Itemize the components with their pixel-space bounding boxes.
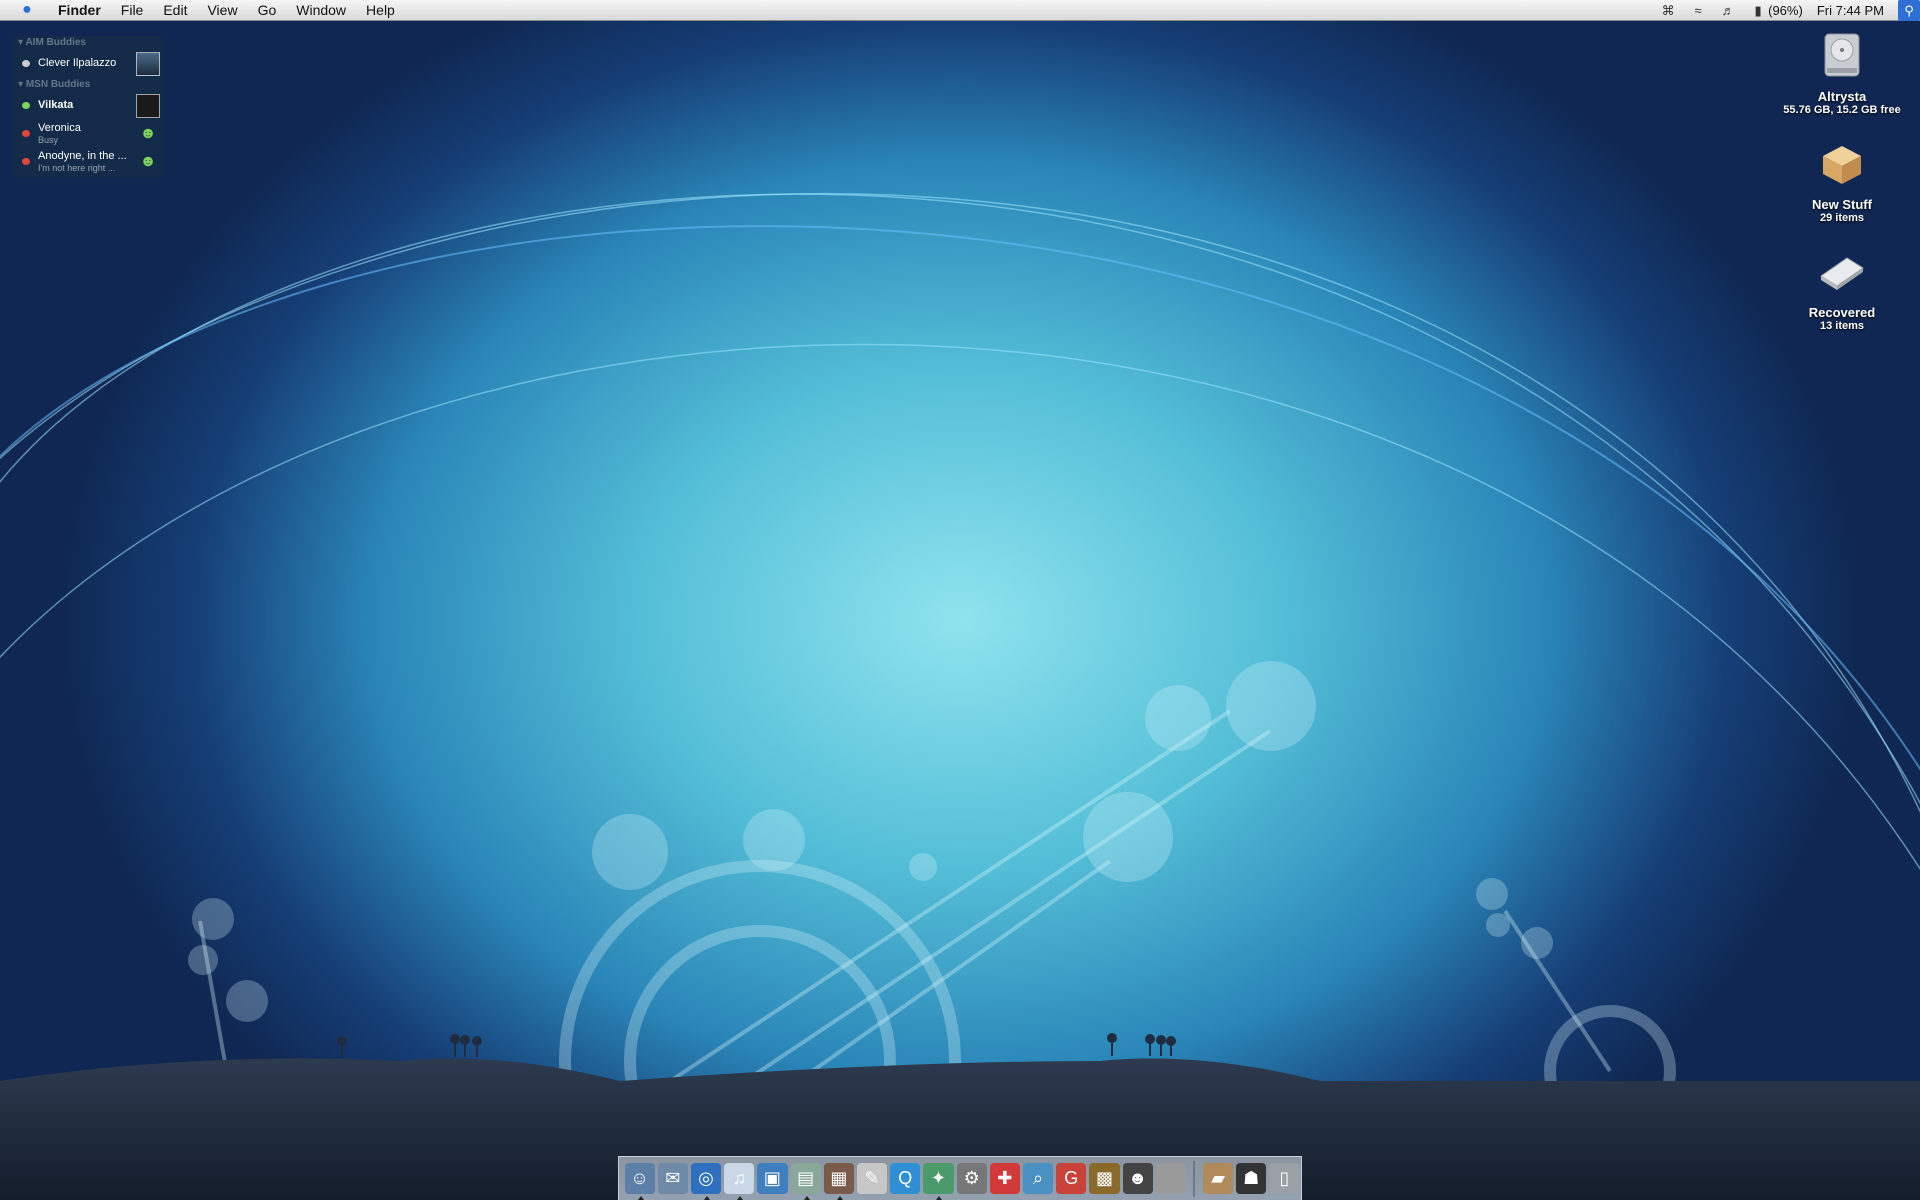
textedit-icon[interactable]: ✎	[856, 1163, 888, 1194]
bluetooth-icon[interactable]: ⌘	[1660, 3, 1676, 18]
status-busy-icon	[22, 158, 30, 165]
menu-extras: ⌘ ≈ ♬ ▮ (96%) Fri 7:44 PM ⚲	[1660, 0, 1920, 21]
buddy-row[interactable]: Clever Ilpalazzo	[12, 50, 164, 78]
buddy-row[interactable]: Veronica Busy ☻	[12, 120, 164, 148]
adium-icon[interactable]: ✦	[923, 1163, 954, 1200]
battery-percent: (96%)	[1768, 3, 1803, 18]
group-label: AIM Buddies	[25, 37, 86, 48]
menu-finder[interactable]: Finder	[48, 0, 111, 21]
spotlight-icon[interactable]: ⚲	[1898, 0, 1920, 21]
group-label: MSN Buddies	[25, 79, 91, 90]
group-title-aim[interactable]: ▾ AIM Buddies	[12, 36, 164, 50]
menu-edit[interactable]: Edit	[153, 0, 197, 21]
dock-separator	[1193, 1160, 1196, 1197]
menu-clock[interactable]: Fri 7:44 PM	[1817, 3, 1884, 18]
icon-info: 13 items	[1819, 320, 1865, 332]
buddy-name: Anodyne, in the ...	[38, 150, 127, 162]
menu-bar: ● Finder File Edit View Go Window Help ⌘…	[0, 0, 1920, 21]
buddy-avatar	[136, 94, 160, 118]
hard-drive-icon	[1824, 33, 1860, 77]
menu-view[interactable]: View	[197, 0, 247, 21]
mail-icon[interactable]: ✉	[657, 1163, 688, 1194]
folder-icon	[1820, 257, 1864, 290]
icon-label: New Stuff	[1812, 197, 1872, 212]
cross-icon[interactable]: ✚	[989, 1163, 1020, 1194]
status-busy-icon	[22, 130, 30, 137]
icon-info: 55.76 GB, 15.2 GB free	[1783, 104, 1901, 116]
buddy-status-message: I'm not here right ...	[38, 163, 116, 173]
status-away-icon	[22, 60, 30, 67]
menu-go[interactable]: Go	[248, 0, 287, 21]
buddy-name: Vilkata	[38, 99, 74, 111]
icon-label: Recovered	[1808, 305, 1876, 320]
box-stack-icon[interactable]: ▰	[1202, 1163, 1234, 1194]
safari-icon[interactable]: ◎	[690, 1163, 722, 1200]
menu-file[interactable]: File	[111, 0, 154, 21]
dock: ☺ ✉ ◎ ♫ ▣ ▤ ▦ ✎ Q ✦ ⚙ ✚ ⌕ G ▩ ☻ ▰ ☗ ▯	[618, 1156, 1302, 1200]
quicktime-icon[interactable]: Q	[890, 1163, 921, 1194]
avatar-icon[interactable]: ☗	[1236, 1163, 1267, 1194]
itunes-icon[interactable]: ♫	[724, 1163, 755, 1200]
group-title-msn[interactable]: ▾ MSN Buddies	[12, 78, 164, 92]
preview-icon[interactable]: ⌕	[1022, 1163, 1054, 1194]
spy-icon[interactable]: ☻	[1122, 1163, 1153, 1194]
volume-icon[interactable]: ♬	[1720, 3, 1736, 18]
apple-menu-icon[interactable]: ●	[18, 1, 36, 19]
finder-icon[interactable]: ☺	[624, 1163, 655, 1200]
menu-help[interactable]: Help	[356, 0, 405, 21]
menu-window[interactable]: Window	[286, 0, 356, 21]
box-folder-icon	[1823, 146, 1861, 184]
icon-info: 29 items	[1819, 212, 1865, 224]
buddy-row[interactable]: Vilkata	[12, 92, 164, 120]
dosbox-icon[interactable]: ▩	[1089, 1163, 1120, 1194]
buddy-status-message: Busy	[38, 135, 59, 145]
desktop-icon-new-stuff[interactable]: New Stuff 29 items	[1777, 138, 1907, 224]
desktop-icon-recovered[interactable]: Recovered 13 items	[1777, 246, 1907, 332]
desktop-icon-hard-drive[interactable]: Altrysta 55.76 GB, 15.2 GB free	[1777, 30, 1907, 116]
desktop-wallpaper	[0, 193, 1920, 1200]
buddy-list-window: ▾ AIM Buddies Clever Ilpalazzo ▾ MSN Bud…	[12, 36, 164, 178]
icon-label: Altrysta	[1817, 89, 1867, 104]
buddy-avatar	[136, 52, 160, 76]
trash-icon[interactable]: ▯	[1269, 1163, 1300, 1194]
battery-status[interactable]: ▮ (96%)	[1750, 3, 1803, 18]
red-app-icon[interactable]: G	[1056, 1163, 1087, 1194]
photo-booth-icon[interactable]: ▦	[823, 1163, 854, 1200]
buddy-name: Veronica	[38, 122, 81, 134]
buddy-name: Clever Ilpalazzo	[38, 57, 117, 69]
msn-buddy-icon: ☻	[139, 125, 157, 142]
battery-icon: ▮	[1754, 2, 1762, 18]
msn-buddy-icon: ☻	[139, 153, 157, 170]
trashcan-app-icon[interactable]: ▤	[790, 1163, 821, 1200]
utility-icon[interactable]: ⚙	[956, 1163, 987, 1194]
iphoto-icon[interactable]: ▣	[757, 1163, 788, 1194]
system-icon[interactable]	[1155, 1163, 1186, 1194]
wifi-icon[interactable]: ≈	[1690, 3, 1706, 18]
status-available-icon	[22, 102, 30, 109]
buddy-row[interactable]: Anodyne, in the ... I'm not here right .…	[12, 148, 164, 176]
